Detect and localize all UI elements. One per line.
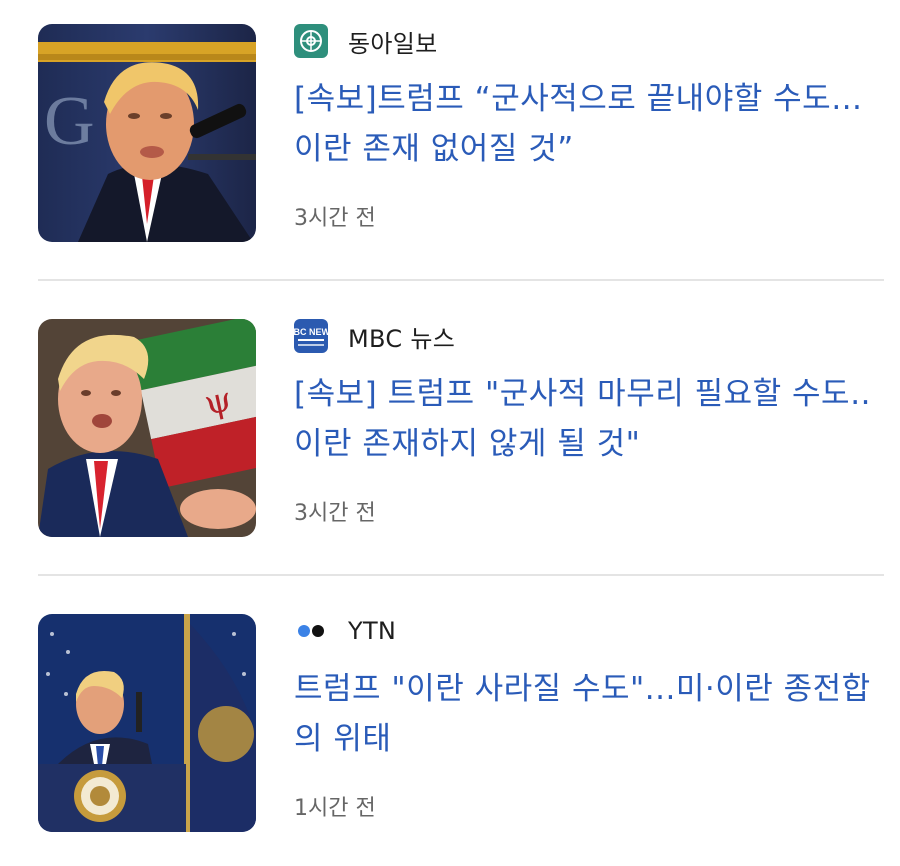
news-item[interactable]: G 동아일보 [속보]트럼프 “군사적으로 끝내야할 수도…이란 존재 없어질 … (38, 24, 884, 242)
divider (38, 279, 884, 281)
article-headline[interactable]: [속보]트럼프 “군사적으로 끝내야할 수도…이란 존재 없어질 것” (294, 74, 884, 174)
news-source[interactable]: YTN (294, 614, 396, 648)
source-name: YTN (348, 617, 397, 645)
source-name: 동아일보 (348, 29, 438, 58)
news-item[interactable]: YTN 트럼프 "이란 사라질 수도"...미·이란 종전합의 위태 1시간 전 (38, 614, 884, 832)
donga-logo-icon (294, 24, 328, 58)
svg-text:G: G (44, 83, 95, 160)
divider (38, 574, 884, 576)
mbc-news-logo-icon: MBC NEWS (294, 319, 328, 353)
publish-time: 3시간 전 (294, 206, 376, 231)
news-item[interactable]: ψ MBC NEWS (38, 319, 884, 537)
thumbnail-image (38, 614, 256, 832)
article-thumbnail[interactable]: ψ (38, 319, 256, 537)
mbc-logo-text: MBC NEWS (294, 327, 328, 337)
article-thumbnail[interactable] (38, 614, 256, 832)
news-source[interactable]: MBC NEWS MBC 뉴스 (294, 319, 455, 353)
thumbnail-image: G (38, 24, 256, 242)
article-headline[interactable]: [속보] 트럼프 "군사적 마무리 필요할 수도‥이란 존재하지 않게 될 것" (294, 369, 884, 469)
publish-time: 3시간 전 (294, 501, 376, 526)
thumbnail-image: ψ (38, 319, 256, 537)
article-headline[interactable]: 트럼프 "이란 사라질 수도"...미·이란 종전합의 위태 (294, 664, 884, 764)
publish-time: 1시간 전 (294, 796, 376, 821)
article-thumbnail[interactable]: G (38, 24, 256, 242)
ytn-logo-icon (294, 614, 328, 648)
news-source[interactable]: 동아일보 (294, 24, 438, 58)
source-name: MBC 뉴스 (348, 324, 456, 353)
